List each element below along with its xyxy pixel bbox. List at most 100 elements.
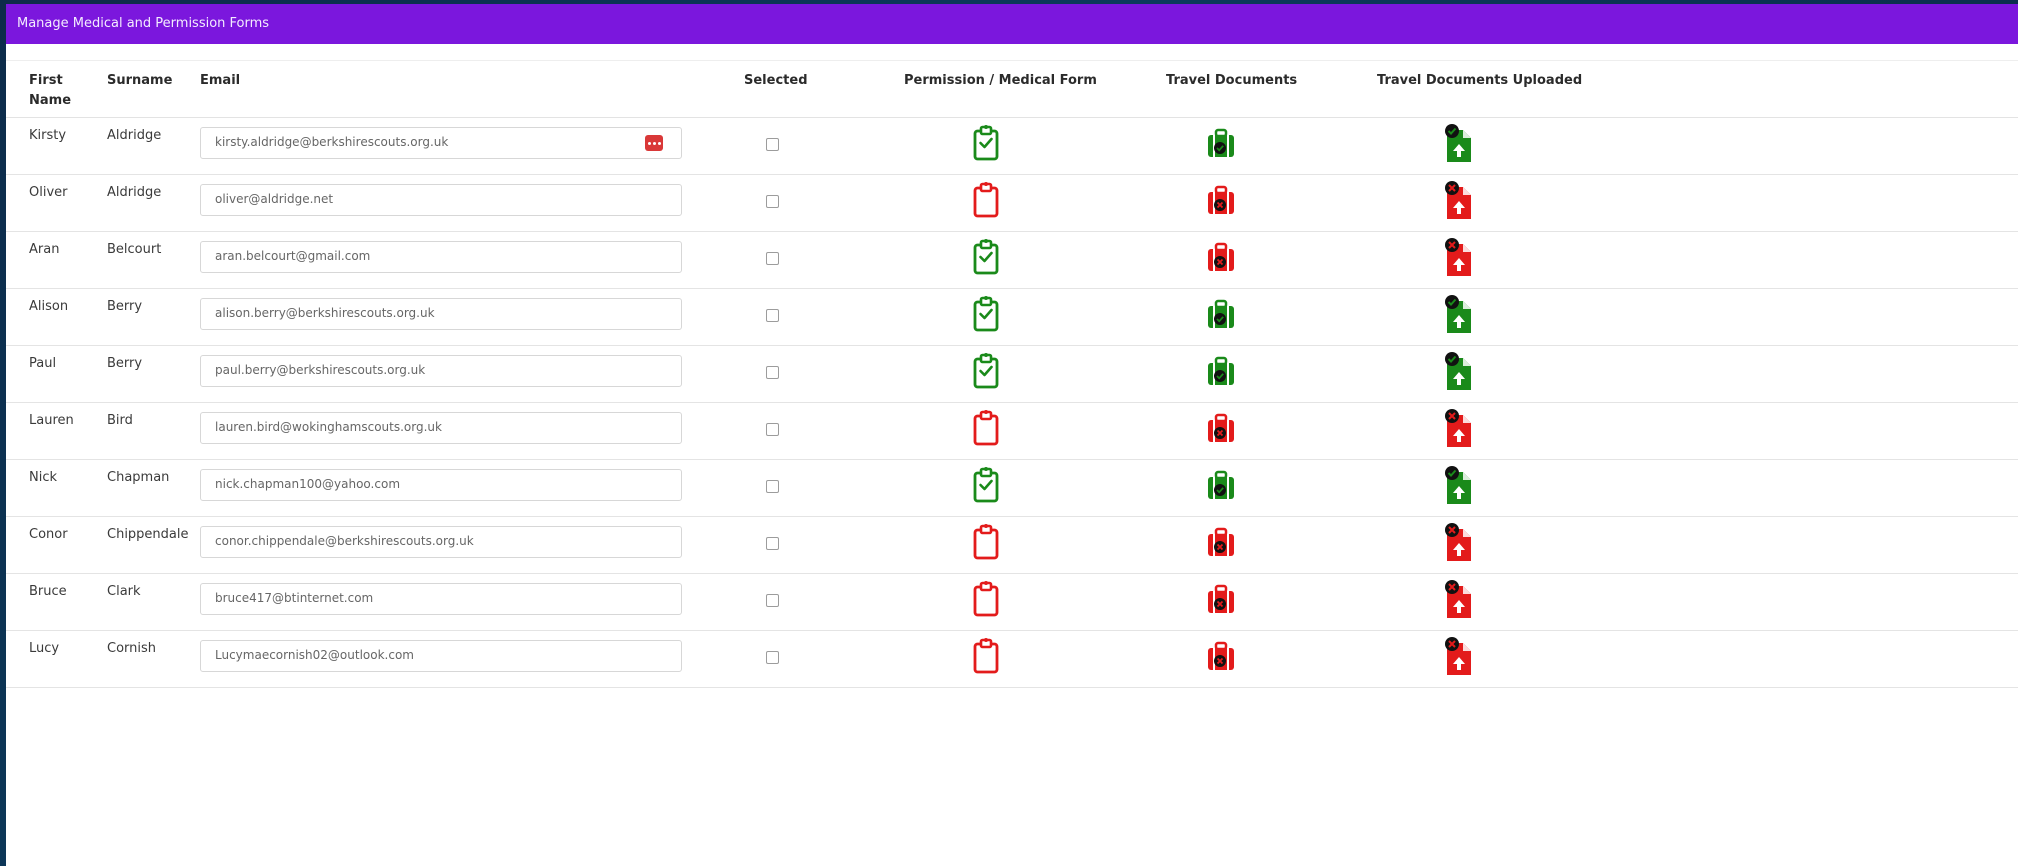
surname-cell: Belcourt [107,242,162,257]
table-header: First Name Surname Email Selected Permis… [6,60,2018,118]
email-value: nick.chapman100@yahoo.com [215,477,401,491]
table-row: Alison Berry alison.berry@berkshirescouts.… [6,289,2018,346]
selected-checkbox[interactable] [766,423,779,436]
email-value: alison.berry@berkshirescouts.org.uk [215,306,435,320]
email-field[interactable]: paul.berry@berkshirescouts.org.uk [200,355,682,387]
suitcase-missing-icon[interactable] [1206,242,1236,278]
selected-checkbox[interactable] [766,480,779,493]
clipboard-check-icon[interactable] [972,350,1000,394]
suitcase-missing-icon[interactable] [1206,185,1236,221]
file-upload-done-icon[interactable] [1443,122,1475,168]
col-first-name: First Name [29,73,72,108]
file-upload-done-icon[interactable] [1443,464,1475,510]
suitcase-check-icon[interactable] [1206,299,1236,335]
table-row: Oliver Aldridge oliver@aldridge.net [6,175,2018,232]
table-body: Kirsty Aldridge kirsty.aldridge@berkshires… [6,118,2018,688]
surname-cell: Cornish [107,641,157,656]
selected-checkbox[interactable] [766,594,779,607]
clipboard-check-icon[interactable] [972,293,1000,337]
suitcase-missing-icon[interactable] [1206,584,1236,620]
table-row: Bruce Clark bruce417@btinternet.com [6,574,2018,631]
surname-cell: Aldridge [107,128,162,143]
email-field[interactable]: oliver@aldridge.net [200,184,682,216]
col-email: Email [200,73,241,88]
clipboard-empty-icon[interactable] [972,407,1000,451]
file-upload-done-icon[interactable] [1443,350,1475,396]
col-permission-form: Permission / Medical Form [904,73,1097,88]
first-name-cell: Lauren [29,413,74,428]
email-field[interactable]: aran.belcourt@gmail.com [200,241,682,273]
clipboard-check-icon[interactable] [972,236,1000,280]
suitcase-check-icon[interactable] [1206,128,1236,164]
selected-checkbox[interactable] [766,366,779,379]
panel-title: Manage Medical and Permission Forms [6,4,2018,44]
surname-cell: Clark [107,584,141,599]
surname-cell: Bird [107,413,133,428]
surname-cell: Aldridge [107,185,162,200]
first-name-cell: Conor [29,527,68,542]
col-travel-documents: Travel Documents [1166,73,1298,88]
suitcase-check-icon[interactable] [1206,470,1236,506]
table-row: Lucy Cornish Lucymaecornish02@outlook.com [6,631,2018,688]
suitcase-missing-icon[interactable] [1206,641,1236,677]
table-row: Paul Berry paul.berry@berkshirescouts.org.… [6,346,2018,403]
password-manager-icon[interactable] [645,135,663,151]
first-name-cell: Alison [29,299,69,314]
email-field[interactable]: conor.chippendale@berkshirescouts.org.uk [200,526,682,558]
clipboard-empty-icon[interactable] [972,578,1000,622]
first-name-cell: Lucy [29,641,60,656]
surname-cell: Berry [107,356,143,371]
selected-checkbox[interactable] [766,537,779,550]
selected-checkbox[interactable] [766,252,779,265]
suitcase-check-icon[interactable] [1206,356,1236,392]
table-row: Conor Chippendale conor.chippendale@berksh… [6,517,2018,574]
email-field[interactable]: kirsty.aldridge@berkshirescouts.org.uk [200,127,682,159]
file-upload-missing-icon[interactable] [1443,635,1475,681]
email-value: bruce417@btinternet.com [215,591,374,605]
table-row: Kirsty Aldridge kirsty.aldridge@berkshires… [6,118,2018,175]
clipboard-empty-icon[interactable] [972,179,1000,223]
selected-checkbox[interactable] [766,309,779,322]
clipboard-empty-icon[interactable] [972,635,1000,679]
surname-cell: Chapman [107,470,170,485]
email-field[interactable]: nick.chapman100@yahoo.com [200,469,682,501]
file-upload-missing-icon[interactable] [1443,521,1475,567]
surname-cell: Berry [107,299,143,314]
first-name-cell: Bruce [29,584,67,599]
col-travel-documents-uploaded: Travel Documents Uploaded [1377,73,1583,88]
surname-cell: Chippendale [107,527,189,542]
suitcase-missing-icon[interactable] [1206,527,1236,563]
forms-panel: Manage Medical and Permission Forms Firs… [6,4,2018,866]
col-surname: Surname [107,73,173,88]
file-upload-missing-icon[interactable] [1443,179,1475,225]
email-value: kirsty.aldridge@berkshirescouts.org.uk [215,135,449,149]
first-name-cell: Kirsty [29,128,67,143]
file-upload-missing-icon[interactable] [1443,236,1475,282]
email-field[interactable]: Lucymaecornish02@outlook.com [200,640,682,672]
email-value: aran.belcourt@gmail.com [215,249,371,263]
table-row: Lauren Bird lauren.bird@wokinghamscouts.or… [6,403,2018,460]
email-value: paul.berry@berkshirescouts.org.uk [215,363,426,377]
first-name-cell: Paul [29,356,57,371]
clipboard-empty-icon[interactable] [972,521,1000,565]
first-name-cell: Aran [29,242,60,257]
selected-checkbox[interactable] [766,651,779,664]
table-row: Aran Belcourt aran.belcourt@gmail.com [6,232,2018,289]
clipboard-check-icon[interactable] [972,464,1000,508]
file-upload-missing-icon[interactable] [1443,407,1475,453]
file-upload-done-icon[interactable] [1443,293,1475,339]
selected-checkbox[interactable] [766,138,779,151]
email-field[interactable]: bruce417@btinternet.com [200,583,682,615]
file-upload-missing-icon[interactable] [1443,578,1475,624]
clipboard-check-icon[interactable] [972,122,1000,166]
forms-table: First Name Surname Email Selected Permis… [6,60,2018,688]
table-row: Nick Chapman nick.chapman100@yahoo.com [6,460,2018,517]
email-value: conor.chippendale@berkshirescouts.org.uk [215,534,474,548]
selected-checkbox[interactable] [766,195,779,208]
email-field[interactable]: lauren.bird@wokinghamscouts.org.uk [200,412,682,444]
suitcase-missing-icon[interactable] [1206,413,1236,449]
email-value: oliver@aldridge.net [215,192,334,206]
col-selected: Selected [744,73,808,88]
first-name-cell: Oliver [29,185,68,200]
email-field[interactable]: alison.berry@berkshirescouts.org.uk [200,298,682,330]
